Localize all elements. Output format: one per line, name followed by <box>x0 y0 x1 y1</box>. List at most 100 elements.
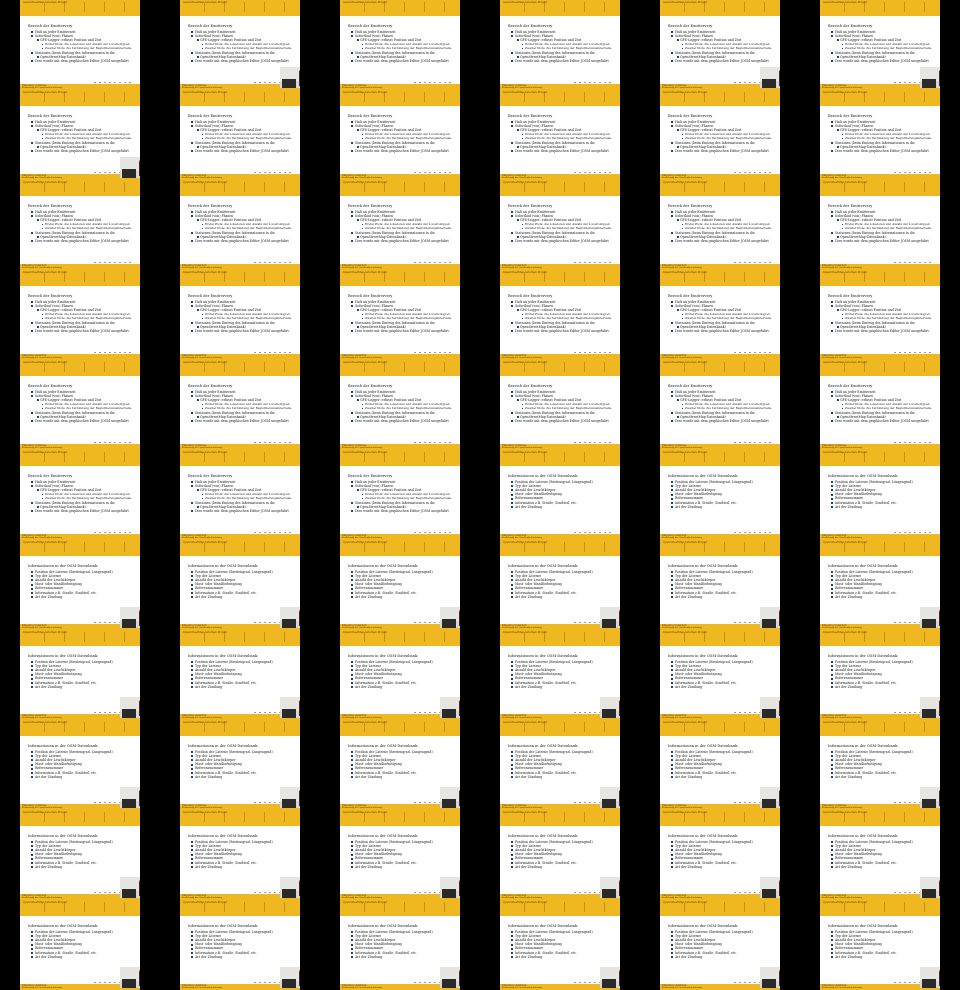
header-divider <box>284 812 285 822</box>
navigation-dot <box>424 172 426 173</box>
slide-thumbnail[interactable]: OpenStreetMap Laternen Projekt Bereich de… <box>20 450 140 540</box>
slide-thumbnail[interactable]: OpenStreetMap Laternen Projekt Bereich de… <box>660 0 780 90</box>
header-divider <box>444 812 445 822</box>
slide-thumbnail[interactable]: OpenStreetMap Laternen Projekt Bereich de… <box>500 360 620 450</box>
slide-thumbnail[interactable]: OpenStreetMap Laternen Projekt Bereich de… <box>340 0 460 90</box>
slide-thumbnail[interactable]: OpenStreetMap Laternen Projekt Informatio… <box>180 900 300 990</box>
slide-thumbnail[interactable]: OpenStreetMap Laternen Projekt Informatio… <box>660 630 780 720</box>
slide-thumbnail[interactable]: OpenStreetMap Laternen Projekt Informatio… <box>820 720 940 810</box>
slide-thumbnail[interactable]: OpenStreetMap Laternen Projekt Informatio… <box>500 630 620 720</box>
navigation-dot <box>754 532 756 533</box>
slide-thumbnail[interactable]: OpenStreetMap Laternen Projekt Bereich de… <box>180 0 300 90</box>
slide-thumbnail[interactable]: OpenStreetMap Laternen Projekt Bereich de… <box>180 360 300 450</box>
slide-thumbnail[interactable]: OpenStreetMap Laternen Projekt Bereich de… <box>820 0 940 90</box>
slide-thumbnail[interactable]: OpenStreetMap Laternen Projekt Bereich de… <box>500 0 620 90</box>
slide-thumbnail[interactable]: OpenStreetMap Laternen Projekt Bereich de… <box>500 270 620 360</box>
slide-thumbnail[interactable]: OpenStreetMap Laternen Projekt Bereich de… <box>340 360 460 450</box>
header-divider <box>604 812 605 822</box>
speaker-video-inset <box>280 877 300 898</box>
navigation-dot <box>264 172 266 173</box>
slide-thumbnail[interactable]: OpenStreetMap Laternen Projekt Informatio… <box>180 630 300 720</box>
slide-thumbnail[interactable]: OpenStreetMap Laternen Projekt Bereich de… <box>820 360 940 450</box>
slide-thumbnail[interactable]: OpenStreetMap Laternen Projekt Informatio… <box>20 720 140 810</box>
slide-thumbnail[interactable]: OpenStreetMap Laternen Projekt Informatio… <box>340 540 460 630</box>
slide-thumbnail[interactable]: OpenStreetMap Laternen Projekt Bereich de… <box>500 180 620 270</box>
speaker-person <box>779 610 780 626</box>
slide-thumbnail[interactable]: OpenStreetMap Laternen Projekt Informatio… <box>20 540 140 630</box>
slide-thumbnail[interactable]: OpenStreetMap Laternen Projekt Bereich de… <box>820 180 940 270</box>
slide-thumbnail[interactable]: OpenStreetMap Laternen Projekt Bereich de… <box>340 90 460 180</box>
slide-thumbnail[interactable]: OpenStreetMap Laternen Projekt Informatio… <box>20 630 140 720</box>
slide-thumbnail[interactable]: OpenStreetMap Laternen Projekt Informatio… <box>500 540 620 630</box>
navigation-dot <box>424 82 426 83</box>
slide-thumbnail[interactable]: OpenStreetMap Laternen Projekt Informatio… <box>340 720 460 810</box>
speaker-desk <box>122 979 136 988</box>
slide-body: Informationen in der OSM-Datenbank: Posit… <box>508 564 618 599</box>
slide-thumbnail[interactable]: OpenStreetMap Laternen Projekt Informatio… <box>20 900 140 990</box>
slide-header-strip: OpenStreetMap Laternen Projekt <box>820 90 940 106</box>
header-divider <box>584 722 585 732</box>
header-divider <box>764 92 765 102</box>
slide-thumbnail[interactable]: OpenStreetMap Laternen Projekt Informatio… <box>180 810 300 900</box>
slide-thumbnail[interactable]: OpenStreetMap Laternen Projekt Informatio… <box>340 900 460 990</box>
speaker-video-inset <box>600 967 620 988</box>
header-divider <box>104 452 105 462</box>
slide-thumbnail[interactable]: OpenStreetMap Laternen Projekt Informatio… <box>180 720 300 810</box>
slide-thumbnail[interactable]: OpenStreetMap Laternen Projekt Informatio… <box>340 810 460 900</box>
slide-thumbnail[interactable]: OpenStreetMap Laternen Projekt Informatio… <box>500 900 620 990</box>
slide-thumbnail[interactable]: OpenStreetMap Laternen Projekt Bereich de… <box>180 90 300 180</box>
slide-body: Informationen in der OSM-Datenbank: Posit… <box>668 564 778 599</box>
navigation-dot <box>274 442 276 443</box>
slide-thumbnail[interactable]: OpenStreetMap Laternen Projekt Bereich de… <box>820 90 940 180</box>
navigation-dot <box>754 262 756 263</box>
footer-subtitle: Kartierung der Straßenbeleuchtung <box>822 986 862 989</box>
navigation-dot <box>899 172 901 173</box>
slide-thumbnail[interactable]: OpenStreetMap Laternen Projekt Bereich de… <box>820 270 940 360</box>
navigation-dot <box>744 352 746 353</box>
slide-thumbnail[interactable]: OpenStreetMap Laternen Projekt Bereich de… <box>500 90 620 180</box>
slide-thumbnail[interactable]: OpenStreetMap Laternen Projekt Informatio… <box>820 900 940 990</box>
navigation-dot <box>439 172 441 173</box>
slide-thumbnail[interactable]: OpenStreetMap Laternen Projekt Bereich de… <box>180 180 300 270</box>
slide-thumbnail[interactable]: OpenStreetMap Laternen Projekt Informatio… <box>500 810 620 900</box>
slide-thumbnail[interactable]: OpenStreetMap Laternen Projekt Informatio… <box>660 720 780 810</box>
navigation-dot <box>749 352 751 353</box>
slide-thumbnail[interactable]: OpenStreetMap Laternen Projekt Bereich de… <box>660 90 780 180</box>
slide-thumbnail[interactable]: OpenStreetMap Laternen Projekt Informatio… <box>500 450 620 540</box>
slide-thumbnail[interactable]: OpenStreetMap Laternen Projekt Bereich de… <box>340 270 460 360</box>
slide-thumbnail[interactable]: OpenStreetMap Laternen Projekt Bereich de… <box>20 180 140 270</box>
slide-thumbnail[interactable]: OpenStreetMap Laternen Projekt Bereich de… <box>20 0 140 90</box>
slide-thumbnail[interactable]: OpenStreetMap Laternen Projekt Informatio… <box>820 810 940 900</box>
slide-thumbnail[interactable]: OpenStreetMap Laternen Projekt Bereich de… <box>340 450 460 540</box>
header-divider <box>404 92 405 102</box>
slide-thumbnail[interactable]: OpenStreetMap Laternen Projekt Bereich de… <box>20 360 140 450</box>
slide-thumbnail[interactable]: OpenStreetMap Laternen Projekt Bereich de… <box>660 270 780 360</box>
slide-thumbnail[interactable]: OpenStreetMap Laternen Projekt Informatio… <box>340 630 460 720</box>
slide-thumbnail[interactable]: OpenStreetMap Laternen Projekt Informatio… <box>660 540 780 630</box>
slide-thumbnail[interactable]: OpenStreetMap Laternen Projekt Informatio… <box>660 450 780 540</box>
slide-thumbnail[interactable]: OpenStreetMap Laternen Projekt Informatio… <box>660 810 780 900</box>
slide-thumbnail[interactable]: OpenStreetMap Laternen Projekt Informatio… <box>820 540 940 630</box>
navigation-dot <box>114 982 116 983</box>
navigation-dot <box>739 892 741 893</box>
slide-thumbnail[interactable]: OpenStreetMap Laternen Projekt Informatio… <box>20 810 140 900</box>
navigation-dot <box>764 442 766 443</box>
slide-heading: Informationen in der OSM-Datenbank: <box>28 834 99 838</box>
navigation-dot <box>439 442 441 443</box>
slide-thumbnail[interactable]: OpenStreetMap Laternen Projekt Bereich de… <box>20 90 140 180</box>
slide-thumbnail[interactable]: OpenStreetMap Laternen Projekt Bereich de… <box>340 180 460 270</box>
slide-thumbnail[interactable]: OpenStreetMap Laternen Projekt Informatio… <box>180 540 300 630</box>
slide-thumbnail[interactable]: OpenStreetMap Laternen Projekt Bereich de… <box>20 270 140 360</box>
navigation-dot <box>424 712 426 713</box>
navigation-dot <box>289 532 291 533</box>
navigation-dot <box>589 802 591 803</box>
slide-thumbnail[interactable]: OpenStreetMap Laternen Projekt Informatio… <box>820 450 940 540</box>
header-divider <box>764 272 765 282</box>
slide-thumbnail[interactable]: OpenStreetMap Laternen Projekt Bereich de… <box>180 450 300 540</box>
slide-thumbnail[interactable]: OpenStreetMap Laternen Projekt Informatio… <box>820 630 940 720</box>
slide-thumbnail[interactable]: OpenStreetMap Laternen Projekt Bereich de… <box>660 180 780 270</box>
slide-thumbnail[interactable]: OpenStreetMap Laternen Projekt Bereich de… <box>180 270 300 360</box>
slide-thumbnail[interactable]: OpenStreetMap Laternen Projekt Informatio… <box>500 720 620 810</box>
slide-thumbnail[interactable]: OpenStreetMap Laternen Projekt Bereich de… <box>660 360 780 450</box>
slide-thumbnail[interactable]: OpenStreetMap Laternen Projekt Informatio… <box>660 900 780 990</box>
